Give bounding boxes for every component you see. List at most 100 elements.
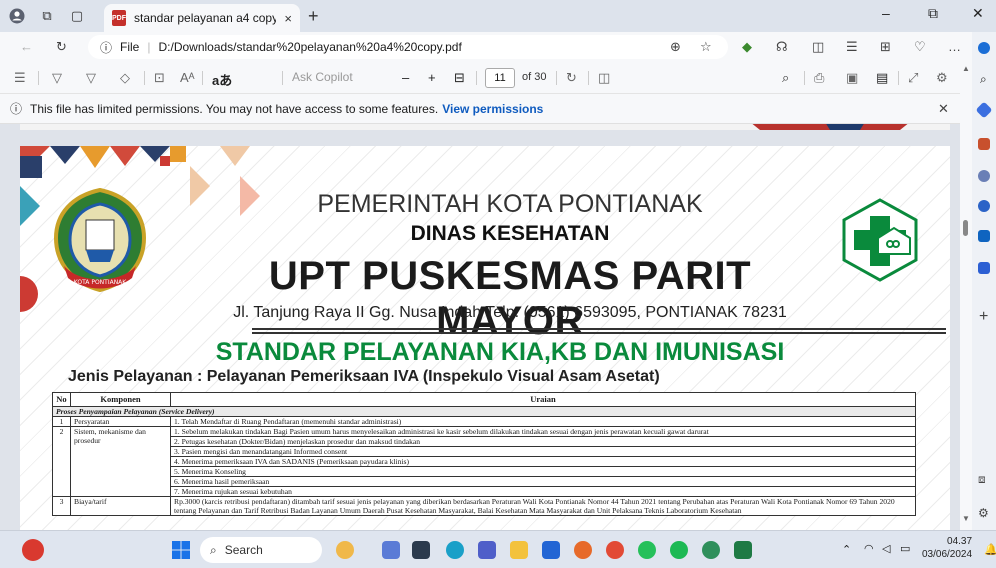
- scroll-down-icon[interactable]: ▼: [962, 514, 970, 523]
- page-number-input[interactable]: 11: [485, 68, 515, 88]
- outlook-icon[interactable]: [978, 230, 990, 242]
- spotify-icon[interactable]: [670, 541, 688, 559]
- header-rule: [252, 328, 946, 330]
- edge-icon[interactable]: [446, 541, 464, 559]
- add-sidebar-icon[interactable]: +: [979, 308, 988, 326]
- new-tab-button[interactable]: +: [308, 6, 319, 27]
- page-view-icon[interactable]: ◫: [598, 70, 610, 86]
- windows-start-icon[interactable]: [172, 541, 190, 559]
- tools-icon[interactable]: [978, 262, 990, 274]
- tab-title: standar pelayanan a4 copy.pdf: [134, 11, 277, 25]
- text-size-icon[interactable]: Aᴬ: [180, 70, 195, 85]
- info-bar-close-button[interactable]: ✕: [938, 101, 949, 117]
- minimize-button[interactable]: –: [882, 5, 890, 21]
- divider: [588, 71, 589, 85]
- sidebar-settings-icon[interactable]: ⚙: [978, 506, 989, 520]
- divider: [282, 71, 283, 85]
- games-icon[interactable]: [978, 200, 990, 212]
- people-icon[interactable]: [978, 170, 990, 182]
- search-icon[interactable]: ⌕: [980, 72, 987, 87]
- notification-bell-icon[interactable]: 🔔: [984, 543, 996, 556]
- refresh-icon[interactable]: ↻: [56, 39, 67, 55]
- info-icon[interactable]: ⓘ: [100, 39, 112, 56]
- url-text[interactable]: D:/Downloads/standar%20pelayanan%20a4%20…: [158, 40, 461, 54]
- erase-icon[interactable]: ◇: [120, 70, 130, 86]
- divider: [476, 71, 477, 85]
- copilot-icon[interactable]: ♡: [914, 39, 926, 55]
- close-window-button[interactable]: ✕: [972, 5, 984, 22]
- header-no: No: [52, 392, 71, 407]
- whatsapp-icon[interactable]: [638, 541, 656, 559]
- extensions-icon[interactable]: ☊: [776, 39, 788, 55]
- widgets-icon[interactable]: [336, 541, 354, 559]
- draw-icon[interactable]: ▽: [86, 70, 96, 86]
- kota-pontianak-emblem: KOTA PONTIANAK: [50, 186, 150, 299]
- screenshot-icon[interactable]: ⧈: [978, 472, 986, 487]
- app-icon[interactable]: [702, 541, 720, 559]
- copilot-sidebar-icon[interactable]: [978, 42, 990, 54]
- file-explorer-icon[interactable]: [510, 541, 528, 559]
- vertical-scrollbar[interactable]: ▲ ▼: [960, 62, 972, 530]
- rotate-icon[interactable]: ↻: [566, 70, 577, 86]
- favorites-icon[interactable]: ☰: [846, 39, 858, 55]
- view-permissions-link[interactable]: View permissions: [442, 102, 543, 116]
- profile-icon[interactable]: [8, 7, 26, 25]
- text-box-icon[interactable]: ⊡: [154, 70, 165, 86]
- taskbar-search[interactable]: ⌕ Search: [200, 537, 322, 563]
- zoom-out-button[interactable]: –: [402, 70, 409, 85]
- task-view-icon[interactable]: [412, 541, 430, 559]
- restore-button[interactable]: ⧉: [928, 5, 938, 22]
- firefox-icon[interactable]: [574, 541, 592, 559]
- print-icon[interactable]: ⎙: [814, 70, 824, 86]
- volume-icon[interactable]: ◁: [882, 542, 890, 555]
- weather-widget-icon[interactable]: [22, 539, 44, 561]
- shopping-icon[interactable]: [978, 138, 990, 150]
- tab-close-button[interactable]: ×: [284, 11, 292, 26]
- zoom-in-button[interactable]: +: [428, 70, 436, 85]
- table-row: 3 Biaya/tarif Rp.3000 (karcis retribusi …: [52, 496, 916, 516]
- table-row: 2 Sistem, mekanisme dan prosedur 1. Sebe…: [52, 426, 916, 497]
- table-row: 1 Persyaratan 1. Telah Mendaftar di Ruan…: [52, 416, 916, 427]
- pdf-toolbar: ☰ ▽ ▽ ◇ ⊡ Aᴬ aあ Ask Copilot – + ⊟ 11 of …: [0, 62, 960, 94]
- divider: [898, 71, 899, 85]
- table-row: 6. Menerima hasil pemeriksaan: [53, 476, 916, 487]
- contents-icon[interactable]: ☰: [14, 70, 26, 86]
- tag-icon[interactable]: [975, 101, 993, 119]
- fullscreen-icon[interactable]: ⤢: [908, 70, 918, 86]
- app-icon[interactable]: [382, 541, 400, 559]
- excel-icon[interactable]: [734, 541, 752, 559]
- windows-taskbar: ⌕ Search ⌃ ◠ ◁ ▭ 04.37 03/06/2024 🔔: [0, 530, 996, 568]
- tab-actions-icon[interactable]: ▢: [68, 7, 86, 25]
- store-icon[interactable]: [542, 541, 560, 559]
- save-icon[interactable]: ▣: [846, 70, 858, 86]
- extension-icon[interactable]: ◆: [742, 39, 752, 55]
- teams-icon[interactable]: [478, 541, 496, 559]
- back-arrow-icon[interactable]: ←: [20, 39, 33, 54]
- more-menu-icon[interactable]: …: [948, 39, 961, 54]
- chevron-up-icon[interactable]: ⌃: [842, 543, 851, 556]
- collections-icon[interactable]: ⊞: [880, 39, 891, 55]
- split-screen-icon[interactable]: ◫: [812, 39, 824, 55]
- settings-icon[interactable]: ⚙: [936, 70, 948, 86]
- search-icon[interactable]: ⌕: [782, 70, 789, 86]
- highlight-icon[interactable]: ▽: [52, 70, 62, 86]
- wifi-icon[interactable]: ◠: [864, 542, 874, 555]
- save-as-icon[interactable]: ▤: [876, 70, 888, 86]
- favorite-star-icon[interactable]: ☆: [700, 39, 712, 55]
- divider: [556, 71, 557, 85]
- taskbar-clock[interactable]: 04.37 03/06/2024: [922, 535, 972, 561]
- scroll-thumb[interactable]: [963, 220, 968, 236]
- workspaces-icon[interactable]: ⧉: [38, 7, 56, 25]
- chrome-icon[interactable]: [606, 541, 624, 559]
- scroll-up-icon[interactable]: ▲: [962, 64, 970, 73]
- ask-copilot-button[interactable]: Ask Copilot: [292, 70, 353, 84]
- doc-title: UPT PUSKESMAS PARIT MAYOR: [268, 254, 752, 343]
- zoom-icon[interactable]: ⊕: [670, 39, 681, 55]
- address-bar[interactable]: ⓘ File | D:/Downloads/standar%20pelayana…: [88, 35, 728, 59]
- battery-icon[interactable]: ▭: [900, 542, 910, 555]
- read-aloud-button[interactable]: aあ: [212, 70, 232, 89]
- tab-active[interactable]: PDF standar pelayanan a4 copy.pdf ×: [104, 4, 300, 32]
- fit-page-icon[interactable]: ⊟: [454, 70, 465, 86]
- pdf-viewer[interactable]: KOTA PONTIANAK PEMERINTAH KOTA PONTIANAK…: [0, 124, 960, 530]
- cell-uraian: 5. Menerima Konseling: [170, 466, 916, 477]
